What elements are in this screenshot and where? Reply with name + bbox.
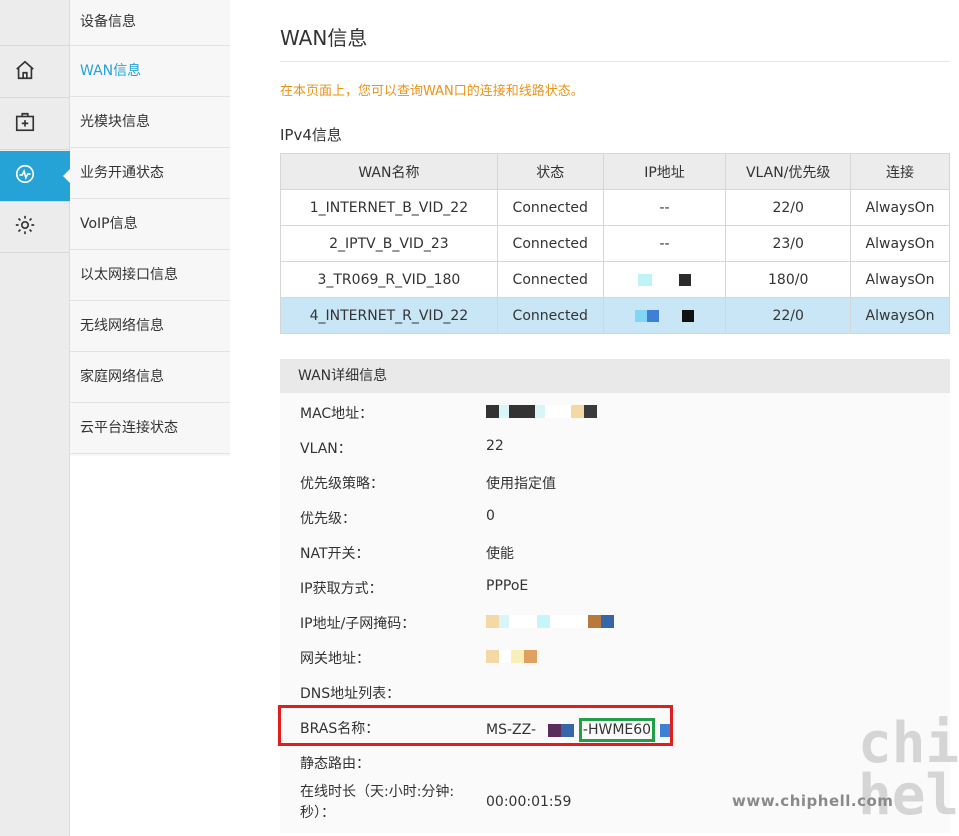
col-header-wan-name: WAN名称 [280, 153, 498, 190]
rail-status[interactable] [0, 151, 71, 202]
wan-table: WAN名称 状态 IP地址 VLAN/优先级 连接 1_INTERNET_B_V… [280, 153, 950, 334]
online-time-label: 在线时长（天:小时:分钟:秒）： [300, 784, 455, 821]
vlan-label: VLAN： [300, 441, 352, 457]
table-header-row: WAN名称 状态 IP地址 VLAN/优先级 连接 [280, 153, 950, 190]
gateway-value-redacted [486, 648, 537, 664]
table-row-selected[interactable]: 4_INTERNET_R_VID_22 Connected 22/0 Alway… [280, 297, 950, 334]
sidebar-item-home-network[interactable]: 家庭网络信息 [70, 352, 230, 403]
cell-connection: AlwaysOn [850, 189, 950, 226]
ip-mask-label: IP地址/子网掩码： [300, 616, 416, 632]
col-header-status: 状态 [496, 153, 604, 190]
sidebar-item-wan-info[interactable]: WAN信息 [70, 46, 230, 97]
gateway-label: 网关地址： [300, 651, 370, 667]
ip-mask-value-redacted [486, 613, 614, 629]
ipv4-section-title: IPv4信息 [280, 126, 342, 144]
cell-wan-name: 1_INTERNET_B_VID_22 [280, 189, 498, 226]
sidebar-item-voip-info[interactable]: VoIP信息 [70, 199, 230, 250]
priority-policy-value: 使用指定值 [486, 476, 556, 492]
cell-ip-redacted [602, 297, 727, 334]
col-header-ip: IP地址 [602, 153, 727, 190]
cell-vlan: 23/0 [725, 225, 852, 262]
table-row[interactable]: 3_TR069_R_VID_180 Connected 180/0 Always… [280, 261, 950, 298]
ip-mode-label: IP获取方式： [300, 581, 383, 597]
cell-status: Connected [496, 297, 604, 334]
redaction-mask [663, 309, 678, 322]
rail-settings[interactable] [0, 202, 70, 253]
nat-value: 使能 [486, 546, 514, 562]
cell-vlan: 22/0 [725, 297, 852, 334]
table-row[interactable]: 1_INTERNET_B_VID_22 Connected -- 22/0 Al… [280, 189, 950, 226]
rail-diagnose[interactable] [0, 99, 70, 150]
static-route-label: 静态路由： [300, 756, 370, 772]
mac-label: MAC地址： [300, 406, 374, 422]
sidebar-item-ethernet-info[interactable]: 以太网接口信息 [70, 250, 230, 301]
redaction-mask [681, 309, 694, 322]
priority-policy-label: 优先级策略： [300, 476, 384, 492]
mac-value-redacted [486, 403, 597, 419]
cell-ip-redacted [602, 261, 727, 298]
page-notice: 在本页面上，您可以查询WAN口的连接和线路状态。 [280, 84, 584, 99]
ip-mode-value: PPPoE [486, 578, 529, 594]
redaction-mask [635, 309, 648, 322]
redaction-mask [656, 273, 675, 286]
col-header-vlan: VLAN/优先级 [725, 153, 852, 190]
cell-connection: AlwaysOn [850, 297, 950, 334]
redaction-mask [647, 309, 660, 322]
cell-status: Connected [496, 261, 604, 298]
priority-value: 0 [486, 508, 495, 524]
rail-top-blank [0, 0, 70, 46]
watermark-text: www.chiphell.com [732, 792, 894, 810]
sidebar-item-device-info[interactable]: 设备信息 [70, 0, 230, 46]
cell-ip: -- [602, 225, 727, 262]
sidebar-item-service-status[interactable]: 业务开通状态 [70, 148, 230, 199]
table-row[interactable]: 2_IPTV_B_VID_23 Connected -- 23/0 Always… [280, 225, 950, 262]
detail-section-header: WAN详细信息 [280, 359, 950, 393]
icon-rail [0, 0, 71, 836]
title-divider [280, 61, 950, 62]
sidebar-item-optical-module[interactable]: 光模块信息 [70, 97, 230, 148]
online-time-value: 00:00:01:59 [486, 794, 572, 810]
first-aid-kit-icon [14, 111, 36, 137]
cell-wan-name: 4_INTERNET_R_VID_22 [280, 297, 498, 334]
nat-label: NAT开关： [300, 546, 370, 562]
cell-wan-name: 2_IPTV_B_VID_23 [280, 225, 498, 262]
cell-vlan: 22/0 [725, 189, 852, 226]
cell-status: Connected [496, 225, 604, 262]
col-header-connection: 连接 [850, 153, 950, 190]
cell-wan-name: 3_TR069_R_VID_180 [280, 261, 498, 298]
vlan-value: 22 [486, 438, 504, 454]
cell-ip: -- [602, 189, 727, 226]
bras-highlight-box [278, 705, 673, 746]
status-monitor-icon [14, 163, 36, 189]
cell-connection: AlwaysOn [850, 225, 950, 262]
redaction-mask [638, 273, 653, 286]
page-title: WAN信息 [280, 26, 368, 50]
home-icon [14, 59, 36, 85]
sidebar-empty-area [70, 456, 230, 836]
redaction-mask [678, 273, 691, 286]
cell-vlan: 180/0 [725, 261, 852, 298]
sidebar-menu: 设备信息 WAN信息 光模块信息 业务开通状态 VoIP信息 以太网接口信息 无… [70, 0, 230, 456]
priority-label: 优先级： [300, 511, 356, 527]
sidebar-item-wireless-info[interactable]: 无线网络信息 [70, 301, 230, 352]
dns-label: DNS地址列表： [300, 686, 401, 702]
sidebar-item-cloud-status[interactable]: 云平台连接状态 [70, 403, 230, 454]
rail-home[interactable] [0, 47, 70, 98]
cell-connection: AlwaysOn [850, 261, 950, 298]
cell-status: Connected [496, 189, 604, 226]
gear-icon [14, 214, 36, 240]
